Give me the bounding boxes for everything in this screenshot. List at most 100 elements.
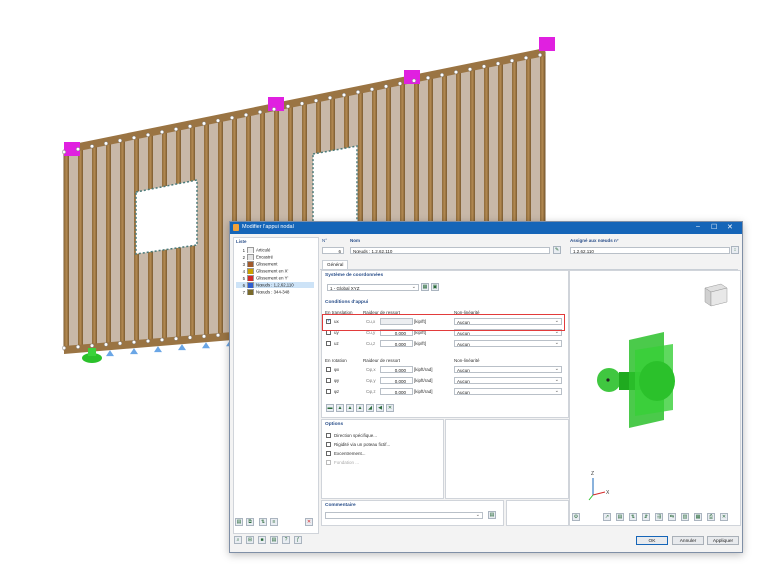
list-item-number: 5	[242, 275, 245, 281]
preview-tool-button[interactable]: ⇵	[642, 513, 650, 521]
list-item[interactable]: 1 Articulé	[236, 247, 314, 253]
assigned-nodes-field[interactable]: 1,2,62,110	[570, 247, 730, 254]
comment-button[interactable]: ▤	[488, 511, 496, 519]
node-point	[159, 337, 164, 342]
support-type-button[interactable]: ▲	[346, 404, 354, 412]
no-field[interactable]: 6	[322, 247, 344, 254]
spring-value-field[interactable]: 0.000	[380, 377, 413, 384]
preview-tool-button[interactable]: ▦	[694, 513, 702, 521]
node-point	[496, 61, 501, 66]
nonlinearity-select[interactable]: Aucun	[454, 388, 562, 395]
node-point	[300, 101, 305, 106]
coord-system-select[interactable]: 1 - Global XYZ	[327, 284, 419, 291]
list-item-color-swatch	[247, 275, 254, 281]
nonlinearity-select[interactable]: Aucun	[454, 366, 562, 373]
support-type-button[interactable]: ▲	[356, 404, 364, 412]
node-point	[159, 130, 164, 135]
spring-value-field[interactable]: 0.000	[380, 340, 413, 347]
coord-system-edit-button[interactable]: ▣	[431, 283, 439, 291]
bottom-tool-button[interactable]: ⌕	[234, 536, 242, 544]
bottom-tool-button[interactable]: ▤	[270, 536, 278, 544]
comment-field[interactable]	[325, 512, 483, 519]
edit-name-button[interactable]: ✎	[553, 246, 561, 254]
node-point	[131, 135, 136, 140]
app-icon	[233, 224, 239, 231]
dof-checkbox-φy[interactable]	[326, 378, 331, 383]
stud	[218, 117, 223, 338]
support-type-button[interactable]: ▲	[336, 404, 344, 412]
cancel-button[interactable]: Annuler	[672, 536, 704, 545]
list-item[interactable]: 3 Glissement	[236, 261, 314, 267]
list-item-text: Nœuds : 344-348	[256, 289, 290, 295]
node-point	[117, 341, 122, 346]
bottom-tool-button[interactable]: ?	[282, 536, 290, 544]
coord-system-new-button[interactable]: ▦	[421, 283, 429, 291]
node-point	[89, 343, 94, 348]
list-item-color-swatch	[247, 289, 254, 295]
bottom-tool-button[interactable]: ⊞	[246, 536, 254, 544]
bottom-tool-button[interactable]: ■	[258, 536, 266, 544]
node-point	[89, 144, 94, 149]
support-type-button[interactable]: ◢	[366, 404, 374, 412]
stud	[92, 143, 97, 348]
option-checkbox[interactable]	[326, 451, 331, 456]
list-item[interactable]: 2 Encastré	[236, 254, 314, 260]
spring-value-field[interactable]: 0.000	[380, 366, 413, 373]
list-item[interactable]: 5 Glissement en Y'	[236, 275, 314, 281]
preview-tool-button[interactable]: ▤	[616, 513, 624, 521]
support-type-button[interactable]: ◀	[376, 404, 384, 412]
spring-value-field[interactable]: 0.000	[380, 388, 413, 395]
support-arrow	[130, 348, 138, 355]
preview-tool-button[interactable]: ▥	[681, 513, 689, 521]
filter-button[interactable]: ≡	[270, 518, 278, 526]
node-point	[538, 53, 543, 58]
list-item-color-swatch	[247, 261, 254, 267]
list-item-number: 3	[242, 261, 245, 267]
node-point	[117, 138, 122, 143]
minimize-button[interactable]: –	[696, 223, 700, 230]
list-item[interactable]: 4 Glissement en X'	[236, 268, 314, 274]
support-type-button[interactable]: ▬	[326, 404, 334, 412]
sort-button[interactable]: ⇅	[259, 518, 267, 526]
view-cube-icon	[704, 283, 728, 307]
dof-checkbox-uz[interactable]	[326, 341, 331, 346]
name-field[interactable]: Nœuds : 1,2,62,110	[350, 247, 550, 254]
preview-tool-button[interactable]: ⇆	[668, 513, 676, 521]
list-item[interactable]: 7 Nœuds : 344-348	[236, 289, 314, 295]
node-point	[426, 75, 431, 80]
preview-tool-button[interactable]: ⇶	[655, 513, 663, 521]
dof-checkbox-φx[interactable]	[326, 367, 331, 372]
preview-tool-button[interactable]: ⇅	[629, 513, 637, 521]
bottom-tool-button[interactable]: ƒ	[294, 536, 302, 544]
apply-button[interactable]: Appliquer	[707, 536, 739, 545]
option-checkbox[interactable]	[326, 442, 331, 447]
new-item-button[interactable]: ▤	[235, 518, 243, 526]
list-item[interactable]: 6 Nœuds : 1,2,62,110	[236, 282, 314, 288]
support-arrow	[178, 344, 186, 351]
close-button[interactable]: ✕	[727, 223, 733, 231]
maximize-button[interactable]: ☐	[711, 223, 717, 231]
tab-general[interactable]: Général	[322, 260, 349, 269]
dialog-title: Modifier l'appui nodal	[242, 224, 294, 230]
support-preview: Z X	[588, 283, 728, 501]
node-point	[215, 333, 220, 338]
preview-settings-button[interactable]: ⚙	[572, 513, 580, 521]
copy-item-button[interactable]: ⧉	[246, 518, 254, 526]
select-nodes-button[interactable]: ↕	[731, 246, 739, 254]
dof-checkbox-φz[interactable]	[326, 389, 331, 394]
ok-button[interactable]: OK	[636, 536, 668, 545]
option-checkbox[interactable]	[326, 433, 331, 438]
preview-tool-button[interactable]: ✕	[720, 513, 728, 521]
preview-tool-button[interactable]: ⎙	[707, 513, 715, 521]
dof-axis-label: φx	[334, 367, 340, 372]
option-checkbox	[326, 460, 331, 465]
support-type-button[interactable]: ✕	[386, 404, 394, 412]
rotation-label: En rotation	[325, 358, 347, 363]
list-item-color-swatch	[247, 282, 254, 288]
node-point	[342, 92, 347, 97]
nonlinearity-select[interactable]: Aucun	[454, 340, 562, 347]
support-arrow	[106, 350, 114, 357]
preview-tool-button[interactable]: ↗	[603, 513, 611, 521]
delete-item-button[interactable]: ✕	[305, 518, 313, 526]
nonlinearity-select[interactable]: Aucun	[454, 377, 562, 384]
